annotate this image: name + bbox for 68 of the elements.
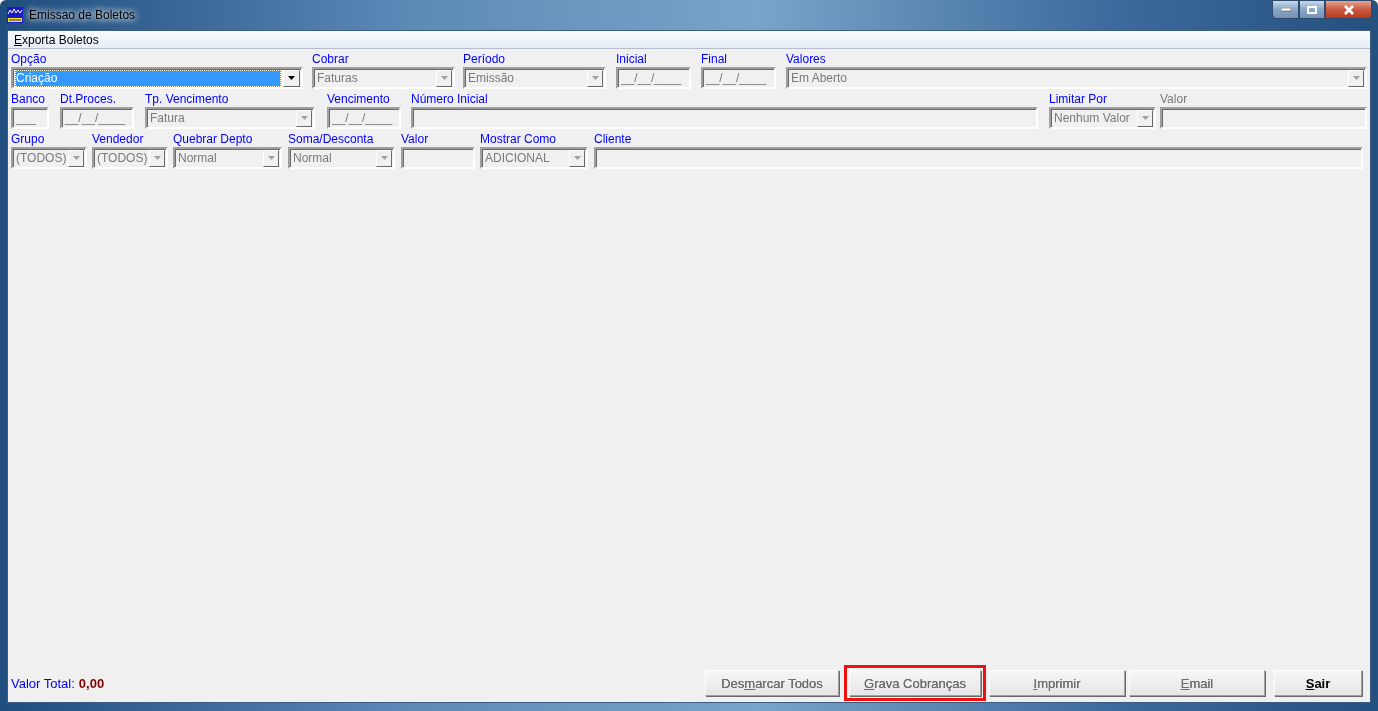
maximize-button[interactable] [1299,0,1325,19]
minimize-button[interactable] [1272,0,1299,19]
dropdown[interactable]: ADICIONAL [480,147,588,169]
maximize-icon [1307,5,1317,14]
field-label: Cliente [594,133,632,146]
input-field[interactable] [411,107,1038,129]
input-field[interactable] [594,147,1363,169]
field-label: Mostrar Como [480,133,556,146]
field-label: Período [463,53,506,66]
dropdown-value: Fatura [149,110,186,126]
field-label: Final [701,53,727,66]
field-label: Quebrar Depto [173,133,253,146]
dropdown[interactable]: Fatura [145,107,315,129]
field-label: Tp. Vencimento [145,93,229,106]
field-label: Valores [786,53,826,66]
dropdown-value: Normal [177,150,218,166]
app-logo-icon [7,7,23,23]
field-label: Cobrar [312,53,349,66]
field-value: __/__/____ [705,70,768,86]
field-label: Banco [11,93,46,106]
field-value: ___ [15,110,38,126]
field-label: Dt.Proces. [60,93,116,106]
dropdown-value: Nenhum Valor [1053,110,1131,126]
input-field[interactable]: __/__/____ [701,67,776,89]
input-field[interactable]: ___ [11,107,49,129]
close-icon [1342,4,1355,15]
input-field[interactable] [401,147,475,169]
input-field[interactable]: __/__/____ [616,67,691,89]
total-label: Valor Total: [11,675,75,691]
dropdown[interactable]: Criação [11,67,303,89]
action-button[interactable]: Sair [1274,670,1362,696]
field-label: Vendedor [92,133,144,146]
dropdown-value: Emissão [467,70,515,86]
dropdown[interactable]: Em Aberto [786,67,1367,89]
dropdown[interactable]: Faturas [312,67,455,89]
dropdown-value: (TODOS) [15,150,68,166]
dropdown-value: Normal [292,150,333,166]
dropdown-value: Faturas [316,70,359,86]
field-value: __/__/____ [620,70,683,86]
menu-item[interactable]: Exporta Boletos [14,32,99,47]
dropdown[interactable]: Normal [173,147,282,169]
input-field[interactable]: __/__/____ [327,107,401,129]
field-label: Valor [401,133,429,146]
dropdown-value: Criação [15,69,281,87]
field-label: Limitar Por [1049,93,1107,106]
input-field[interactable] [1160,107,1367,129]
field-label: Vencimento [327,93,390,106]
close-button[interactable] [1325,0,1372,19]
dropdown-value: Em Aberto [790,70,849,86]
dropdown-value: ADICIONAL [484,150,551,166]
input-field[interactable]: __/__/____ [60,107,134,129]
window-title: Emissao de Boletos [29,8,136,22]
dropdown-value: (TODOS) [96,150,149,166]
minimize-icon [1280,7,1291,12]
field-value: __/__/____ [331,110,394,126]
field-label: Valor [1160,93,1188,106]
field-value: __/__/____ [64,110,127,126]
dropdown[interactable]: Normal [288,147,395,169]
field-label: Número Inicial [411,93,488,106]
dropdown[interactable]: Emissão [463,67,606,89]
field-label: Soma/Desconta [288,133,374,146]
dropdown[interactable]: (TODOS) [11,147,87,169]
dropdown[interactable]: Nenhum Valor [1049,107,1156,129]
field-label: Inicial [616,53,647,66]
dropdown[interactable]: (TODOS) [92,147,168,169]
field-label: Grupo [11,133,45,146]
field-label: Opção [11,53,47,66]
total-value: 0,00 [78,675,105,691]
